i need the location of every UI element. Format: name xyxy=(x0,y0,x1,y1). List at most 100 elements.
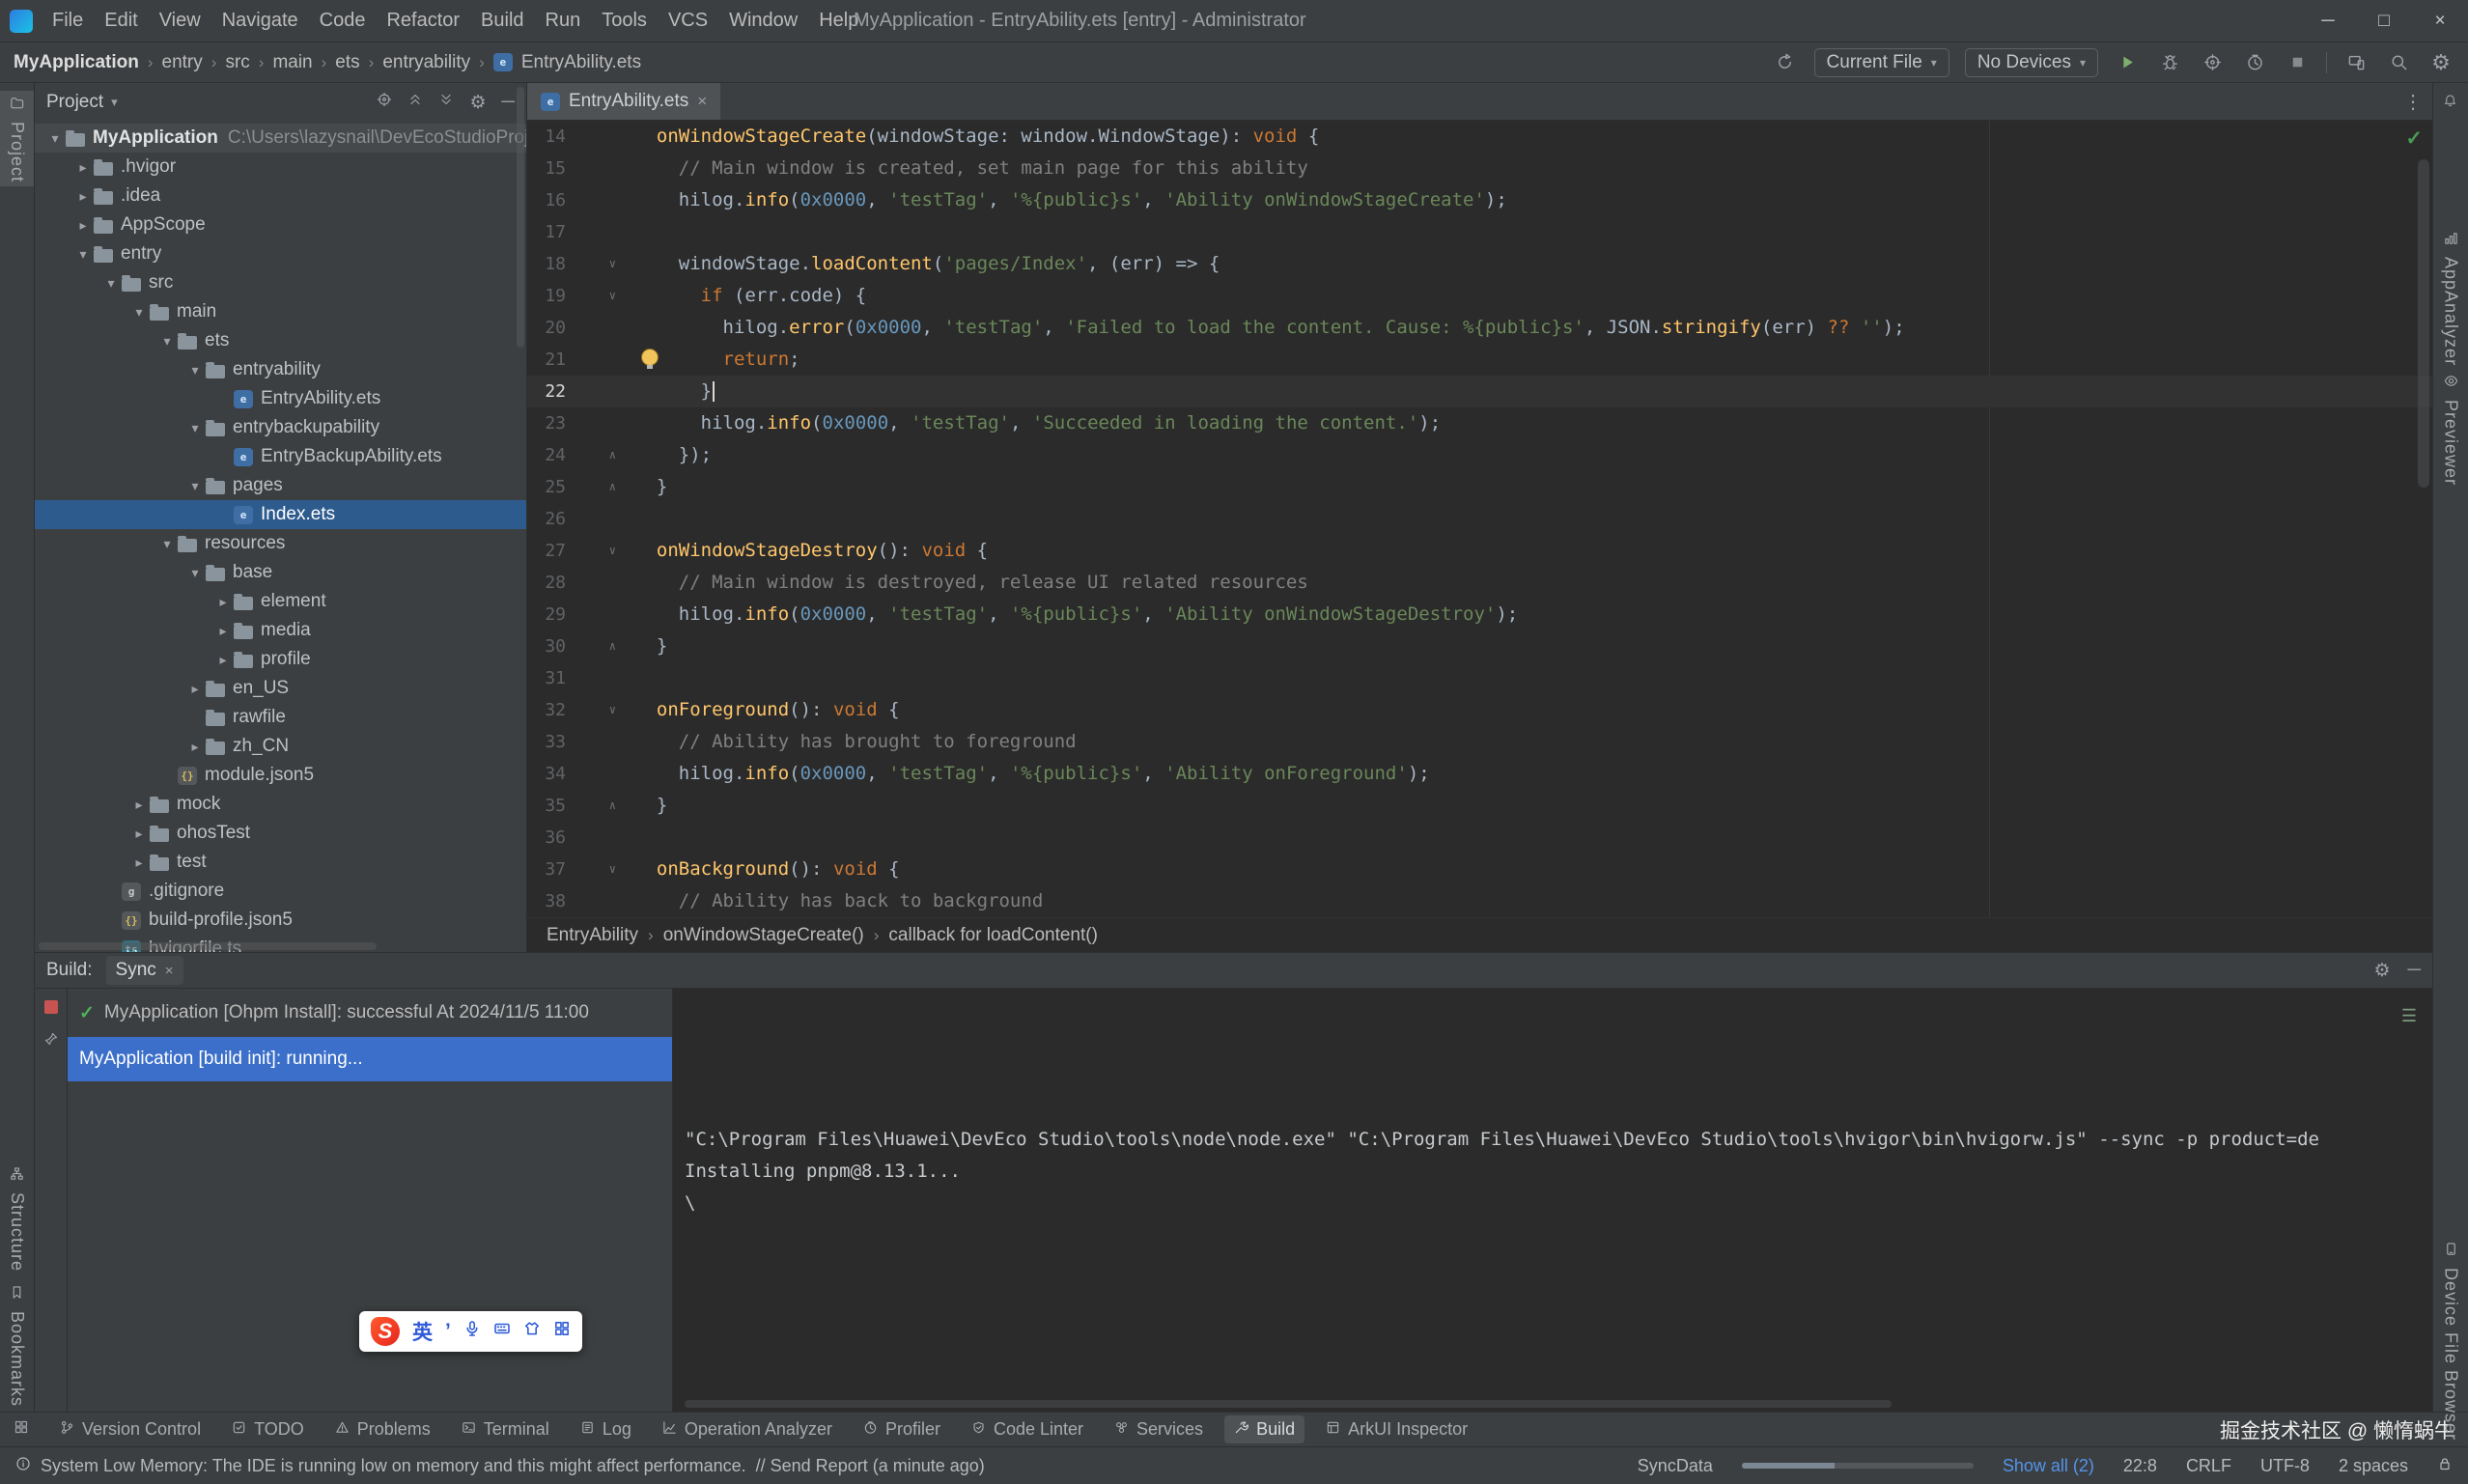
stripe-button-appanalyzer[interactable]: AppAnalyzer xyxy=(2433,226,2468,370)
tree-chevron-down-icon[interactable]: ▾ xyxy=(184,478,206,494)
menu-code[interactable]: Code xyxy=(310,5,376,37)
tree-chevron-down-icon[interactable]: ▾ xyxy=(184,362,206,378)
tree-chevron-down-icon[interactable]: ▾ xyxy=(156,536,178,552)
tree-item-entrybackupability[interactable]: ▾entrybackupability xyxy=(35,413,526,442)
code-line-14[interactable]: 14 onWindowStageCreate(windowStage: wind… xyxy=(527,121,2432,153)
project-view-title[interactable]: Project xyxy=(46,92,103,113)
build-console[interactable]: ☰ "C:\Program Files\Huawei\DevEco Studio… xyxy=(673,989,2432,1412)
tree-chevron-right-icon[interactable]: ▸ xyxy=(72,188,94,205)
code-line-36[interactable]: 36 xyxy=(527,822,2432,854)
code-editor[interactable]: 14 onWindowStageCreate(windowStage: wind… xyxy=(527,121,2432,917)
stop-build-button[interactable] xyxy=(44,1000,58,1014)
editor-gutter[interactable]: 38 xyxy=(527,885,634,917)
debug-button[interactable] xyxy=(2156,49,2183,76)
line-separator-widget[interactable]: CRLF xyxy=(2186,1456,2231,1476)
toolwindow-button-arkui-inspector[interactable]: ArkUI Inspector xyxy=(1316,1415,1477,1443)
code-line-19[interactable]: 19∨ if (err.code) { xyxy=(527,280,2432,312)
minimize-button[interactable]: ─ xyxy=(2300,0,2356,42)
breadcrumb-ets[interactable]: ets xyxy=(335,52,359,73)
fold-down-icon[interactable]: ∨ xyxy=(566,248,626,280)
locate-file-icon[interactable] xyxy=(377,92,392,113)
tree-item-appscope[interactable]: ▸AppScope xyxy=(35,210,526,239)
menu-file[interactable]: File xyxy=(42,5,93,37)
code-line-27[interactable]: 27∨ onWindowStageDestroy(): void { xyxy=(527,535,2432,567)
tree-item-mock[interactable]: ▸mock xyxy=(35,790,526,819)
editor-gutter[interactable]: 30∧ xyxy=(527,630,634,662)
editor-gutter[interactable]: 35∧ xyxy=(527,790,634,822)
editor-gutter[interactable]: 14 xyxy=(527,121,634,153)
tree-item-base[interactable]: ▾base xyxy=(35,558,526,587)
tree-item-gitignore[interactable]: g.gitignore xyxy=(35,877,526,906)
tree-item-main[interactable]: ▾main xyxy=(35,297,526,326)
build-event-running[interactable]: MyApplication [build init]: running... xyxy=(68,1037,672,1081)
editor-gutter[interactable]: 32∨ xyxy=(527,694,634,726)
menu-window[interactable]: Window xyxy=(719,5,807,37)
editor-breadcrumb-onwindowstagecreate[interactable]: onWindowStageCreate() xyxy=(663,925,864,946)
menu-run[interactable]: Run xyxy=(536,5,591,37)
tree-item-rawfile[interactable]: rawfile xyxy=(35,703,526,732)
mic-icon[interactable] xyxy=(463,1320,481,1343)
chevron-down-icon[interactable]: ▾ xyxy=(111,95,118,110)
tree-chevron-right-icon[interactable]: ▸ xyxy=(184,681,206,697)
menu-edit[interactable]: Edit xyxy=(95,5,147,37)
code-line-30[interactable]: 30∧ } xyxy=(527,630,2432,662)
build-options-icon[interactable]: ⚙ xyxy=(2373,962,2390,980)
tree-chevron-right-icon[interactable]: ▸ xyxy=(212,594,234,610)
code-line-26[interactable]: 26 xyxy=(527,503,2432,535)
breadcrumb-myapplication[interactable]: MyApplication xyxy=(14,52,139,73)
editor-scrollbar[interactable] xyxy=(2418,159,2429,488)
close-tab-icon[interactable]: × xyxy=(697,92,707,111)
tree-item-media[interactable]: ▸media xyxy=(35,616,526,645)
stripe-button-bookmarks[interactable]: Bookmarks xyxy=(0,1280,34,1411)
fold-up-icon[interactable]: ∧ xyxy=(566,439,626,471)
toolwindow-button-build[interactable]: Build xyxy=(1224,1415,1304,1443)
sync-project-icon[interactable] xyxy=(1772,49,1799,76)
breadcrumb-entry[interactable]: entry xyxy=(162,52,203,73)
console-horizontal-scrollbar[interactable] xyxy=(685,1400,1892,1408)
tree-vertical-scrollbar[interactable] xyxy=(517,87,524,348)
console-options-icon[interactable]: ☰ xyxy=(2401,1000,2417,1032)
editor-gutter[interactable]: 36 xyxy=(527,822,634,854)
collapse-all-icon[interactable] xyxy=(407,92,423,113)
editor-gutter[interactable]: 15 xyxy=(527,153,634,184)
toolwindow-button-code-linter[interactable]: Code Linter xyxy=(962,1415,1093,1443)
editor-gutter[interactable]: 20 xyxy=(527,312,634,344)
keyboard-icon[interactable] xyxy=(493,1320,511,1343)
code-line-33[interactable]: 33 // Ability has brought to foreground xyxy=(527,726,2432,758)
tree-item-element[interactable]: ▸element xyxy=(35,587,526,616)
toolwindow-button-version-control[interactable]: Version Control xyxy=(50,1415,210,1443)
expand-all-icon[interactable] xyxy=(438,92,454,113)
editor-gutter[interactable]: 34 xyxy=(527,758,634,790)
tree-chevron-right-icon[interactable]: ▸ xyxy=(184,739,206,755)
tree-item-myapplication[interactable]: ▾MyApplicationC:\Users\lazysnail\DevEcoS… xyxy=(35,124,526,153)
stripe-button-project[interactable]: Project xyxy=(0,91,34,186)
code-line-35[interactable]: 35∧ } xyxy=(527,790,2432,822)
editor-gutter[interactable]: 17 xyxy=(527,216,634,248)
code-line-38[interactable]: 38 // Ability has back to background xyxy=(527,885,2432,917)
tree-item-entryability[interactable]: ▾entryability xyxy=(35,355,526,384)
tree-item-ets[interactable]: ▾ets xyxy=(35,326,526,355)
editor-gutter[interactable]: 22 xyxy=(527,376,634,407)
tree-chevron-down-icon[interactable]: ▾ xyxy=(44,130,66,147)
tree-item-zh-cn[interactable]: ▸zh_CN xyxy=(35,732,526,761)
code-line-31[interactable]: 31 xyxy=(527,662,2432,694)
build-tab-sync[interactable]: Sync × xyxy=(106,956,183,985)
menu-refactor[interactable]: Refactor xyxy=(377,5,469,37)
coverage-button[interactable] xyxy=(2199,49,2226,76)
code-line-16[interactable]: 16 hilog.info(0x0000, 'testTag', '%{publ… xyxy=(527,184,2432,216)
editor-breadcrumb-entryability[interactable]: EntryAbility xyxy=(547,925,638,946)
indent-widget[interactable]: 2 spaces xyxy=(2339,1456,2408,1476)
menu-tools[interactable]: Tools xyxy=(592,5,657,37)
lock-icon[interactable] xyxy=(2437,1456,2453,1476)
hide-panel-icon[interactable]: ─ xyxy=(2408,960,2421,981)
editor-gutter[interactable]: 27∨ xyxy=(527,535,634,567)
code-line-34[interactable]: 34 hilog.info(0x0000, 'testTag', '%{publ… xyxy=(527,758,2432,790)
fold-up-icon[interactable]: ∧ xyxy=(566,471,626,503)
tree-chevron-down-icon[interactable]: ▾ xyxy=(128,304,150,321)
code-line-29[interactable]: 29 hilog.info(0x0000, 'testTag', '%{publ… xyxy=(527,599,2432,630)
pin-icon[interactable] xyxy=(43,1031,59,1052)
ime-punctuation-toggle[interactable]: ’ xyxy=(445,1320,451,1343)
code-line-37[interactable]: 37∨ onBackground(): void { xyxy=(527,854,2432,885)
code-line-20[interactable]: 20 hilog.error(0x0000, 'testTag', 'Faile… xyxy=(527,312,2432,344)
hide-panel-icon[interactable]: ─ xyxy=(502,92,515,113)
